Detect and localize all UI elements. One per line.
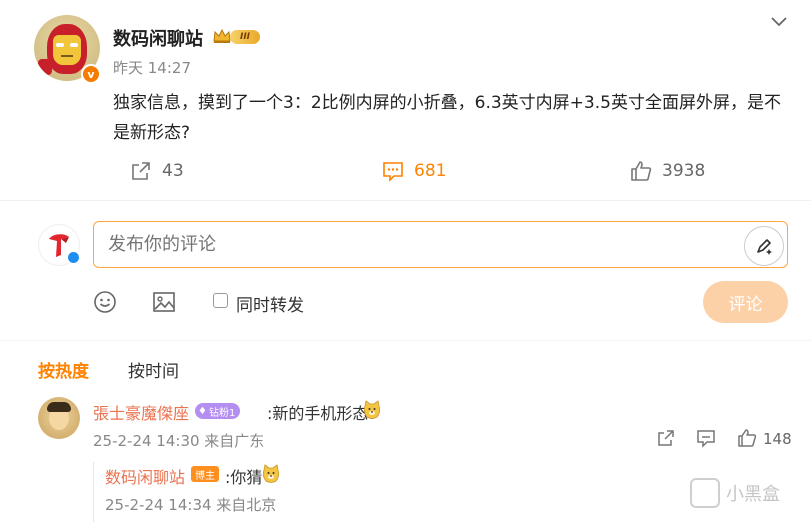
doge-emoji-icon [262,464,280,483]
post-time[interactable]: 昨天 14:27 [113,57,191,78]
pen-sparkle-icon [757,239,772,255]
ai-write-button[interactable] [744,226,784,266]
comment-button[interactable]: 681 [382,160,446,182]
doge-emoji-icon [363,400,381,419]
avatar-hair [47,402,71,412]
comment-meta: 25-2-24 14:30 来自广东 [93,432,265,450]
post-text: 独家信息，摸到了一个3：2比例内屏的小折叠，6.3英寸内屏+3.5英寸全面屏外屏… [113,93,781,143]
diamond-icon: ♦ [198,405,207,417]
tab-sort-time[interactable]: 按时间 [128,357,179,382]
chevron-down-icon[interactable] [770,14,788,28]
fan-badge: ♦ 钻粉1 [195,403,241,419]
comment-like-count: 148 [763,430,792,448]
fan-badge-label: 钻粉1 [208,407,236,419]
share-button[interactable]: 43 [130,160,184,182]
comment-input[interactable] [93,221,788,268]
ironman-hand [38,59,52,75]
share-icon[interactable] [656,428,676,448]
share-count: 43 [162,161,184,181]
member-level-badge: III [230,30,260,44]
repost-label[interactable]: 同时转发 [236,291,304,316]
image-icon[interactable] [152,290,176,314]
reply-author-name[interactable]: 数码闲聊站 [105,464,185,488]
author-name[interactable]: 数码闲聊站 [113,25,203,51]
like-button[interactable]: 3938 [630,160,705,182]
blogger-badge: 博主 [191,466,219,482]
emoji-icon[interactable] [93,290,117,314]
reply-meta: 25-2-24 14:34 来自北京 [105,496,277,514]
commenter-avatar[interactable] [38,397,80,439]
ironman-mouth [61,55,73,57]
ironman-eye-left [56,43,64,47]
ironman-faceplate [53,35,81,65]
watermark: 小黑盒 [690,478,780,508]
thumbs-up-icon [631,161,652,181]
divider [0,340,811,341]
submit-comment-button[interactable]: 评论 [703,281,788,323]
comment-icon [383,162,403,182]
tab-sort-hot[interactable]: 按热度 [38,357,89,382]
watermark-logo-icon [690,478,720,508]
reply-thread-line [93,462,94,522]
comment-count: 681 [414,161,447,181]
watermark-text: 小黑盒 [726,484,780,505]
divider [0,200,811,201]
ironman-eye-right [70,43,78,47]
crown-icon [213,28,231,43]
reply-text: :你猜 [225,468,263,487]
share-icon [132,162,150,180]
verified-icon: v [81,64,101,84]
repost-checkbox[interactable] [213,293,228,308]
comment-icon[interactable] [696,428,716,448]
like-count: 3938 [662,161,706,181]
thumbs-up-icon[interactable] [737,428,757,448]
comment-text: :新的手机形态? [267,404,377,423]
commenter-name[interactable]: 張士豪魔傑座 [93,400,189,424]
verified-icon [66,250,81,265]
